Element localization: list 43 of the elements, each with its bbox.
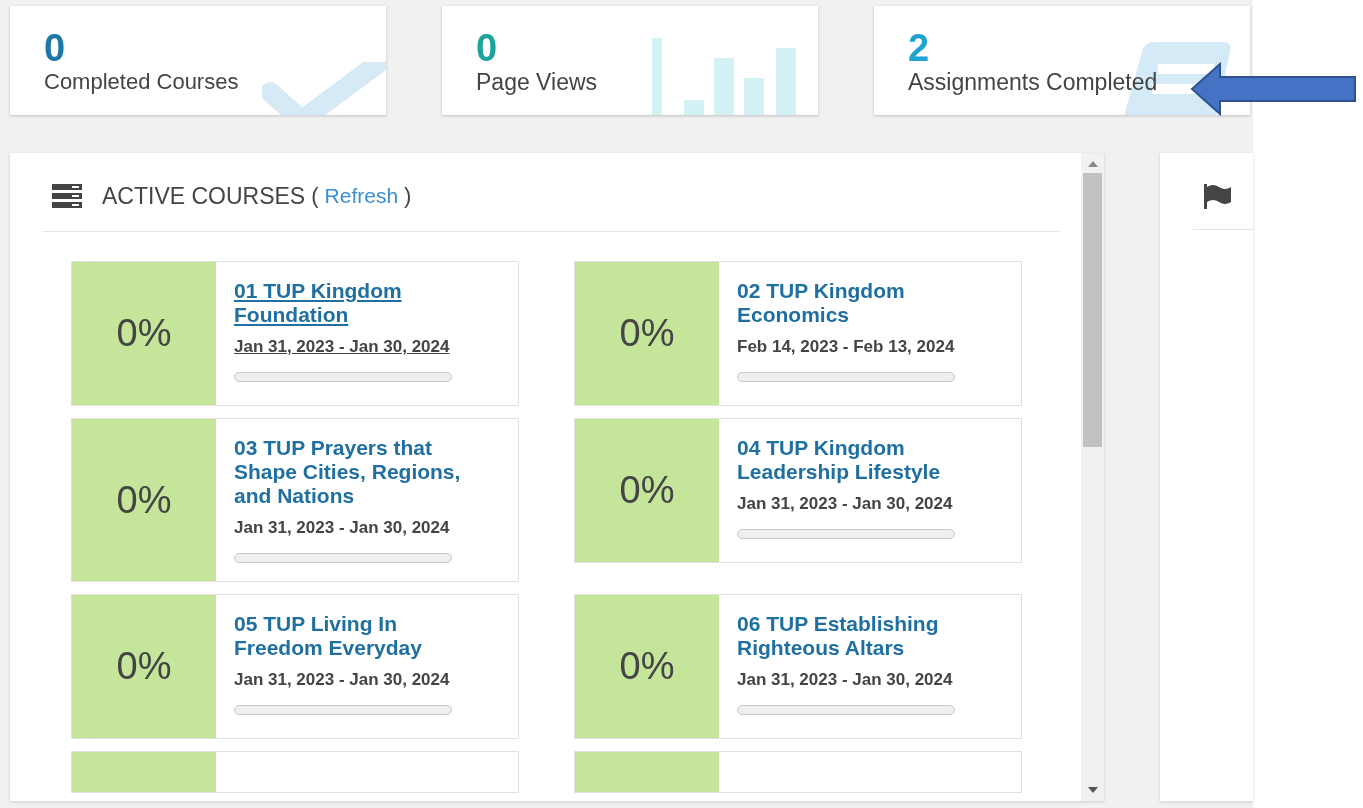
stat-label: Page Views — [476, 69, 598, 96]
stat-label: Completed Courses — [44, 69, 239, 95]
section-title: ACTIVE COURSES — [102, 182, 306, 210]
refresh-link[interactable]: Refresh — [324, 184, 399, 208]
course-dates: Feb 14, 2023 - Feb 13, 2024 — [737, 337, 956, 357]
checkmark-icon — [262, 62, 386, 115]
percent-tile: 0% — [575, 262, 719, 405]
course-dates: Jan 31, 2023 - Jan 30, 2024 — [737, 494, 954, 514]
course-dates: Jan 31, 2023 - Jan 30, 2024 — [234, 337, 451, 357]
course-title-link[interactable]: 04 TUP Kingdom Leadership Lifestyle — [737, 436, 969, 484]
course-dates: Jan 31, 2023 - Jan 30, 2024 — [234, 670, 451, 690]
stat-value: 0 — [476, 28, 499, 68]
percent-tile: 0% — [72, 262, 216, 405]
course-title-link[interactable]: 06 TUP Establishing Righteous Altars — [737, 612, 969, 660]
paren-text: ) — [404, 183, 412, 209]
course-title-link[interactable]: 02 TUP Kingdom Economics — [737, 279, 969, 327]
percent-tile: 0% — [575, 419, 719, 562]
course-card[interactable] — [71, 751, 519, 793]
course-card[interactable] — [574, 751, 1022, 793]
stat-value: 0 — [44, 28, 67, 68]
course-title-link[interactable]: 01 TUP Kingdom Foundation — [234, 279, 466, 327]
flag-icon — [1203, 183, 1233, 209]
list-icon — [52, 184, 82, 208]
course-card[interactable]: 0% 04 TUP Kingdom Leadership Lifestyle Jan 31, 2023 - Jan 30, 2024 — [574, 418, 1022, 563]
course-card[interactable]: 0% 01 TUP Kingdom Foundation Jan 31, 2023 - Jan 30, 2024 — [71, 261, 519, 406]
course-title-link[interactable]: 03 TUP Prayers that Shape Cities, Regions, and Nations — [234, 436, 466, 508]
paren-text: ( — [311, 183, 319, 209]
scroll-up-icon[interactable] — [1087, 161, 1098, 167]
scrollbar[interactable] — [1081, 153, 1104, 801]
bar-chart-icon — [652, 38, 798, 115]
course-dates: Jan 31, 2023 - Jan 30, 2024 — [737, 670, 954, 690]
percent-tile: 0% — [575, 595, 719, 738]
course-card[interactable]: 0% 05 TUP Living In Freedom Everyday Jan 31, 2023 - Jan 30, 2024 — [71, 594, 519, 739]
scroll-down-icon[interactable] — [1087, 787, 1098, 793]
course-title-link[interactable]: 05 TUP Living In Freedom Everyday — [234, 612, 466, 660]
stat-value: 2 — [908, 28, 931, 68]
percent-tile: 0% — [72, 595, 216, 738]
course-dates: Jan 31, 2023 - Jan 30, 2024 — [234, 518, 451, 538]
course-card[interactable]: 0% 03 TUP Prayers that Shape Cities, Regions, and Nations Jan 31, 2023 - Jan 30, 2024 — [71, 418, 519, 582]
percent-tile: 0% — [72, 419, 216, 581]
course-card[interactable]: 0% 02 TUP Kingdom Economics Feb 14, 2023 - Feb 13, 2024 — [574, 261, 1022, 406]
course-card[interactable]: 0% 06 TUP Establishing Righteous Altars Jan 31, 2023 - Jan 30, 2024 — [574, 594, 1022, 739]
stat-label: Assignments Completed — [908, 69, 1158, 96]
